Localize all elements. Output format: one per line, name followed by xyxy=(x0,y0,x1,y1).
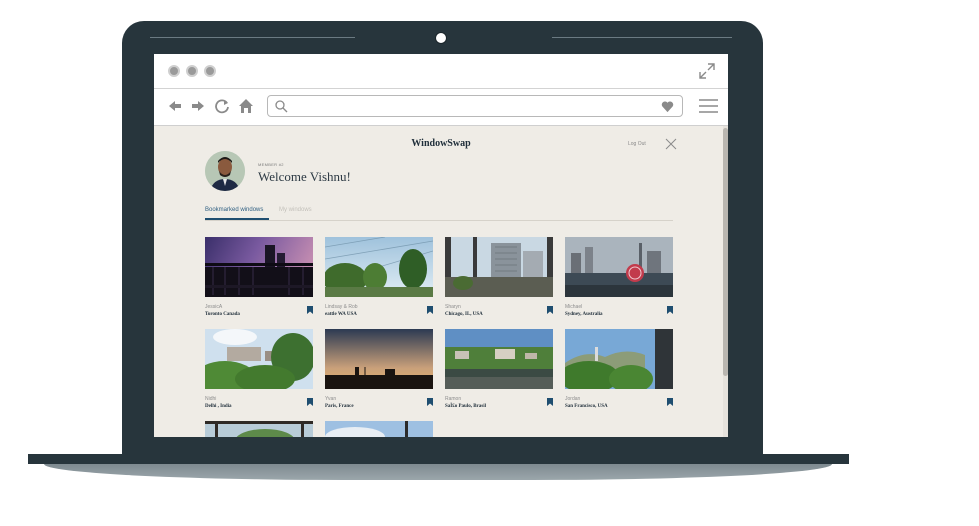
window-card[interactable]: Sharyn Chicago, IL, USA xyxy=(445,237,553,327)
expand-icon[interactable] xyxy=(698,62,716,80)
avatar xyxy=(205,151,245,191)
welcome-heading: Welcome Vishnu! xyxy=(258,169,351,184)
bookmark-icon[interactable] xyxy=(667,398,673,406)
window-card[interactable]: Lindsay & Rob eattle WA USA xyxy=(325,237,433,327)
window-location: Sydney, Australia xyxy=(565,312,603,317)
tab-bar: Bookmarked windows My windows xyxy=(205,206,673,221)
window-maximize-dot[interactable] xyxy=(204,65,216,77)
window-thumbnail[interactable] xyxy=(565,329,673,389)
scrollbar-thumb[interactable] xyxy=(723,128,728,376)
hamburger-menu-icon[interactable] xyxy=(699,98,718,114)
home-icon[interactable] xyxy=(238,98,254,114)
bookmark-icon[interactable] xyxy=(667,306,673,314)
window-close-dot[interactable] xyxy=(168,65,180,77)
window-owner: Jordan xyxy=(565,396,581,402)
window-card[interactable]: JessicA Toronto Canada xyxy=(205,237,313,327)
window-location: Delhi , India xyxy=(205,404,232,409)
window-card[interactable]: Michael Sydney, Australia xyxy=(565,237,673,327)
page-scrollbar[interactable] xyxy=(723,126,728,437)
laptop-base-shadow xyxy=(44,464,832,480)
window-location: Toronto Canada xyxy=(205,312,240,317)
window-thumbnail[interactable] xyxy=(445,237,553,297)
search-icon xyxy=(275,100,288,113)
window-location: SaÌ£o Paulo, Brasil xyxy=(445,404,486,409)
forward-arrow-icon[interactable] xyxy=(190,98,206,114)
window-owner: JessicA xyxy=(205,304,223,310)
bookmark-icon[interactable] xyxy=(547,398,553,406)
heart-icon[interactable] xyxy=(661,100,674,113)
address-bar[interactable] xyxy=(267,95,683,117)
window-location: eattle WA USA xyxy=(325,312,357,317)
bookmark-icon[interactable] xyxy=(427,398,433,406)
lid-decoration-line xyxy=(552,37,732,38)
window-thumbnail[interactable] xyxy=(205,237,313,297)
window-owner: Sharyn xyxy=(445,304,461,310)
lid-decoration-line xyxy=(150,37,355,38)
window-thumbnail[interactable] xyxy=(565,237,673,297)
window-thumbnail[interactable] xyxy=(205,329,313,389)
window-owner: Yvan xyxy=(325,396,337,402)
window-card[interactable]: Ramon SaÌ£o Paulo, Brasil xyxy=(445,329,553,419)
window-card[interactable] xyxy=(205,421,313,437)
window-location: San Francisco, USA xyxy=(565,404,608,409)
logout-link[interactable]: Log Out xyxy=(628,141,646,147)
laptop-base xyxy=(28,454,849,464)
window-thumbnail[interactable] xyxy=(325,329,433,389)
window-thumbnail[interactable] xyxy=(205,421,313,437)
window-card[interactable]: Jordan San Francisco, USA xyxy=(565,329,673,419)
bookmark-icon[interactable] xyxy=(427,306,433,314)
window-owner: Lindsay & Rob xyxy=(325,304,358,310)
bookmark-icon[interactable] xyxy=(547,306,553,314)
window-thumbnail[interactable] xyxy=(445,329,553,389)
window-owner: Nidhi xyxy=(205,396,217,402)
close-icon[interactable] xyxy=(665,138,677,150)
browser-toolbar xyxy=(154,89,728,126)
window-card[interactable]: Yvan Paris, France xyxy=(325,329,433,419)
window-thumbnail[interactable] xyxy=(325,237,433,297)
bookmark-icon[interactable] xyxy=(307,398,313,406)
member-number: MEMBER #2 xyxy=(258,162,284,167)
window-card[interactable]: Nidhi Delhi , India xyxy=(205,329,313,419)
window-card[interactable] xyxy=(325,421,433,437)
tab-bookmarked-windows[interactable]: Bookmarked windows xyxy=(205,207,263,213)
reload-icon[interactable] xyxy=(214,98,230,114)
webcam-icon xyxy=(435,32,447,44)
window-location: Paris, France xyxy=(325,404,354,409)
window-location: Chicago, IL, USA xyxy=(445,312,483,317)
window-thumbnail[interactable] xyxy=(325,421,433,437)
browser-titlebar xyxy=(154,54,728,89)
browser-window: WindowSwap Log Out MEMBER #2 Welcome Vis… xyxy=(154,54,728,437)
window-owner: Michael xyxy=(565,304,583,310)
active-tab-indicator xyxy=(205,218,269,220)
bookmark-icon[interactable] xyxy=(307,306,313,314)
window-minimize-dot[interactable] xyxy=(186,65,198,77)
window-owner: Ramon xyxy=(445,396,462,402)
back-arrow-icon[interactable] xyxy=(167,98,183,114)
tab-my-windows[interactable]: My windows xyxy=(279,207,312,213)
